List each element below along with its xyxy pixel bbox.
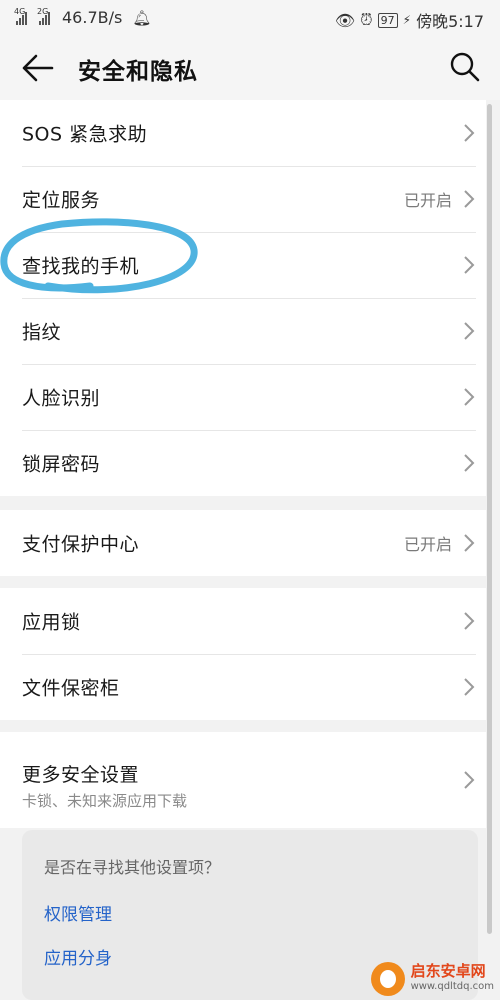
watermark-logo-icon [370,962,405,996]
chevron-right-icon [464,322,475,340]
chevron-right-icon [464,771,475,789]
clock: 傍晚5:17 [416,12,484,31]
app-bar: 安全和隐私 [0,36,500,100]
item-label: SOS 紧急求助 [22,123,148,146]
watermark: 启东安卓网 www.qdltdq.com [370,962,494,996]
status-left: 4G 2G 46.7B/s 🔔︎ [14,7,152,28]
status-bar: 4G 2G 46.7B/s 🔔︎ 👁︎ ⏰︎ 97 ⚡︎ 傍晚5:17 [0,0,500,36]
item-label: 指纹 [22,321,62,344]
suggestion-question: 是否在寻找其他设置项？ [44,858,221,877]
sos-emergency-item[interactable]: SOS 紧急求助 [0,100,486,166]
status-text: 已开启 [403,535,452,554]
chevron-right-icon [464,612,475,630]
chevron-right-icon [464,256,475,274]
eye-comfort-icon: 👁︎ [334,10,356,30]
signal-icon-2: 2G [37,7,50,25]
security-section: SOS 紧急求助 定位服务 已开启 查找我的手机 指纹 人脸识别 锁屏密码 [0,100,486,496]
lock-screen-password-item[interactable]: 锁屏密码 [0,430,486,496]
chevron-right-icon [464,454,475,472]
fingerprint-item[interactable]: 指纹 [0,298,486,364]
more-security-settings-item[interactable]: 更多安全设置 卡锁、未知来源应用下载 [0,732,486,828]
chevron-right-icon [464,124,475,142]
item-label: 查找我的手机 [22,255,140,278]
back-arrow-icon[interactable] [20,52,56,84]
payment-protection-item[interactable]: 支付保护中心 已开启 [0,510,486,576]
face-recognition-item[interactable]: 人脸识别 [0,364,486,430]
privacy-section: 应用锁 文件保密柜 [0,588,486,720]
search-icon[interactable] [448,50,482,84]
chevron-right-icon [464,190,475,208]
page-title: 安全和隐私 [78,59,198,85]
notification-bell-icon: 🔔︎ [132,8,152,27]
item-label: 更多安全设置 [22,764,140,786]
chevron-right-icon [464,678,475,696]
alarm-icon: ⏰︎ [360,10,373,29]
chevron-right-icon [464,388,475,406]
scrollbar[interactable] [487,104,492,934]
watermark-text: 启东安卓网 www.qdltdq.com [411,963,494,995]
signal-icon: 4G [14,7,27,25]
item-subtitle: 卡锁、未知来源应用下载 [22,792,188,810]
watermark-url: www.qdltdq.com [410,981,494,992]
permission-management-link[interactable]: 权限管理 [44,900,112,925]
status-text: 已开启 [403,191,452,210]
more-section: 更多安全设置 卡锁、未知来源应用下载 [0,732,486,828]
file-safe-item[interactable]: 文件保密柜 [0,654,486,720]
status-right: 👁︎ ⏰︎ 97 ⚡︎ 傍晚5:17 [335,8,484,32]
payment-section: 支付保护中心 已开启 [0,510,486,576]
item-label: 锁屏密码 [22,453,101,476]
charging-icon: ⚡︎ [402,13,412,27]
item-label: 应用锁 [22,611,81,634]
app-lock-item[interactable]: 应用锁 [0,588,486,654]
item-label: 文件保密柜 [22,677,120,700]
battery-icon: 97 [377,12,398,28]
app-twin-link[interactable]: 应用分身 [44,944,112,969]
network-speed: 46.7B/s [62,8,123,27]
watermark-title: 启东安卓网 [410,962,486,980]
location-service-item[interactable]: 定位服务 已开启 [0,166,486,232]
find-my-phone-item[interactable]: 查找我的手机 [0,232,486,298]
item-label: 支付保护中心 [22,533,140,556]
chevron-right-icon [464,534,475,552]
item-label: 人脸识别 [22,387,101,410]
item-label: 定位服务 [22,189,101,212]
